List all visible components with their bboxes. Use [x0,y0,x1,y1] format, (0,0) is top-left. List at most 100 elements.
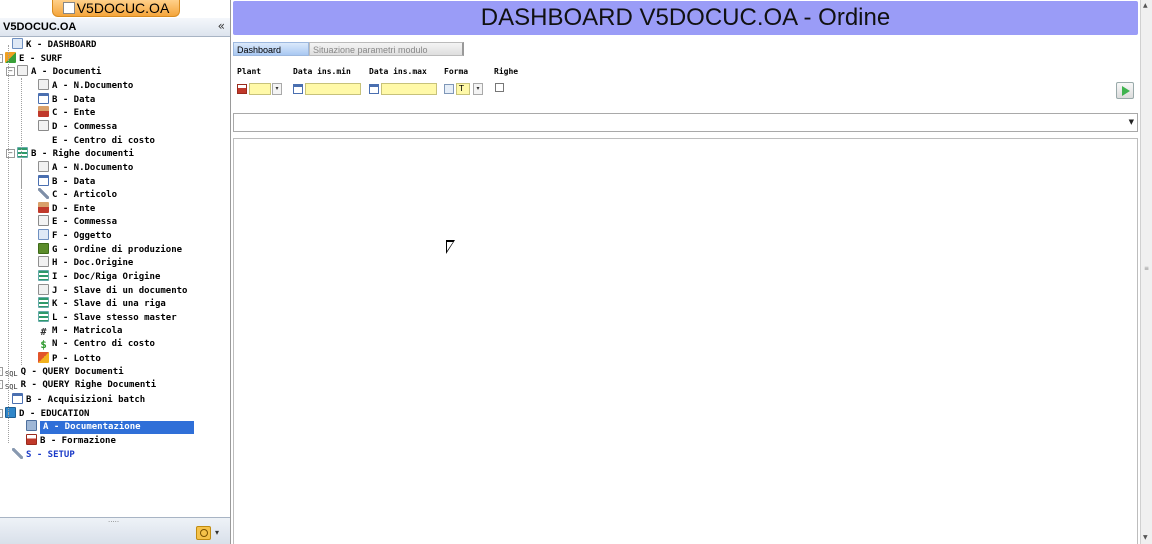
tree-item[interactable]: B - Data [38,92,95,106]
tree-item[interactable]: B - Data [38,174,96,188]
chevron-down-icon[interactable]: ▾ [215,528,219,537]
tree-item[interactable]: P - Lotto [38,351,101,365]
navigation-tree: K - DASHBOARD−E - SURF−A - DocumentiA - … [0,38,230,518]
date-max-label: Data ins.max [369,67,427,76]
calendar-icon[interactable] [369,84,379,94]
tree-item-label: J - Slave di un documento [52,285,188,296]
tree-item[interactable]: C - Ente [38,106,95,119]
panel-footer: ····· ▾ [0,517,230,544]
tree-item[interactable]: E - Commessa [38,215,117,228]
date-min-input[interactable] [305,83,361,95]
resize-grip-icon[interactable]: ····· [108,518,119,526]
tree-item-label: K - Slave di una riga [52,299,166,310]
tree-item[interactable]: K - Slave di una riga [38,297,166,310]
rows-icon [38,297,49,309]
tree-item-label: R - QUERY Righe Documenti [20,380,157,391]
tree-item[interactable]: I - Doc/Riga Origine [38,270,160,283]
forma-label: Forma [444,67,469,76]
app-tab[interactable]: V5DOCUC.OA [52,0,180,17]
tree-item[interactable]: B - Formazione [26,433,116,447]
tab-dashboard[interactable]: Dashboard [233,42,309,56]
info-icon [5,406,16,418]
plant-dropdown-button[interactable]: ▾ [272,83,282,95]
date-max-input[interactable] [381,83,437,95]
scroll-down-icon[interactable]: ▼ [1143,534,1148,541]
expand-icon[interactable]: + [0,380,3,390]
tree-item[interactable]: D - Commessa [38,119,118,133]
tree-item[interactable]: B - Acquisizioni batch [12,392,145,406]
tree-item[interactable]: K - DASHBOARD [12,38,96,51]
tree-item[interactable]: J - Slave di un documento [38,283,188,297]
collapse-icon[interactable]: − [0,53,3,63]
tree-item[interactable]: A - Documentazione [26,420,194,435]
person-icon [38,106,49,118]
forma-dropdown-button[interactable]: ▾ [473,83,483,95]
tree-item-label: D - EDUCATION [19,408,90,419]
tree-item[interactable]: E - Centro di costo [38,133,155,147]
wrench-icon [38,188,49,200]
tree-item-label: B - Righe documenti [31,149,134,160]
tree-guide-line [21,160,22,365]
tree-item[interactable]: D - Ente [38,201,95,215]
tree-item[interactable]: − A - Documenti [6,65,101,78]
tree-item-label: A - N.Documento [52,80,134,91]
righe-label: Righe [494,67,519,76]
document-icon [38,78,49,90]
tree-item-label: K - DASHBOARD [26,40,97,50]
content-area [233,138,1138,544]
plant-label: Plant [237,67,262,76]
page-title: DASHBOARD V5DOCUC.OA - Ordine [233,1,1138,35]
forma-list-icon [444,84,454,94]
plant-input[interactable] [249,83,271,95]
tree-item[interactable]: − B - Righe documenti [6,147,134,160]
tree-item-label: H - Doc.Origine [52,258,134,269]
tree-item-label: A - Documenti [31,67,102,78]
collapse-panel-button[interactable]: « [218,19,225,33]
view-select[interactable]: ▼ [233,113,1138,132]
dashboard-icon [12,38,23,49]
scroll-up-icon[interactable]: ▲ [1143,2,1148,9]
tree-item[interactable]: A - N.Documento [38,78,134,92]
document-icon [17,65,28,77]
tree-item[interactable]: S - SETUP [12,447,75,461]
chevron-down-icon[interactable]: ▼ [1129,118,1134,126]
collapse-icon[interactable]: − [0,408,3,418]
production-order-icon [38,242,49,254]
tree-item-label: D - Commessa [52,121,118,132]
tree-item[interactable]: F - Oggetto [38,229,112,242]
search-options-button[interactable] [196,526,211,540]
play-button[interactable] [1116,82,1134,99]
tree-item[interactable]: +SQLQ - QUERY Documenti [0,366,124,379]
tree-item-label: E - Centro di costo [52,135,155,146]
tree-item-label: B - Data [52,176,96,187]
rows-icon [17,147,28,159]
tree-item-label: M - Matricola [52,325,123,336]
job-order-icon [38,119,49,131]
tree-item[interactable]: $ N - Centro di costo [38,338,155,351]
tree-item-label: F - Oggetto [52,231,112,242]
mouse-cursor-icon [446,240,455,254]
tree-item[interactable]: H - Doc.Origine [38,256,133,269]
tree-item[interactable]: +SQLR - QUERY Righe Documenti [0,379,156,392]
tree-item[interactable]: C - Articolo [38,188,117,201]
tab-situazione-parametri[interactable]: Situazione parametri modulo [309,42,464,56]
calendar-icon[interactable] [293,84,303,94]
forma-select[interactable]: T [456,83,470,95]
righe-checkbox[interactable] [495,83,504,92]
tree-item[interactable]: L - Slave stesso master [38,311,177,324]
vertical-scrollbar[interactable]: ▲ ≡ ▼ [1140,0,1152,544]
tree-item[interactable]: # M - Matricola [38,325,122,338]
expand-icon[interactable]: + [0,366,3,376]
document-icon [38,160,49,172]
tree-item[interactable]: A - N.Documento [38,160,133,174]
tree-item[interactable]: − D - EDUCATION [0,406,90,420]
tree-item[interactable]: − E - SURF [0,51,62,65]
training-icon [26,433,37,445]
tree-item-label: A - Documentazione [40,421,194,435]
dollar-icon [38,133,49,145]
tree-guide-line [8,45,9,415]
scroll-grip-icon[interactable]: ≡ [1144,265,1149,272]
tree-item[interactable]: G - Ordine di produzione [38,242,182,256]
batch-icon [12,392,23,404]
manual-icon [26,420,37,432]
